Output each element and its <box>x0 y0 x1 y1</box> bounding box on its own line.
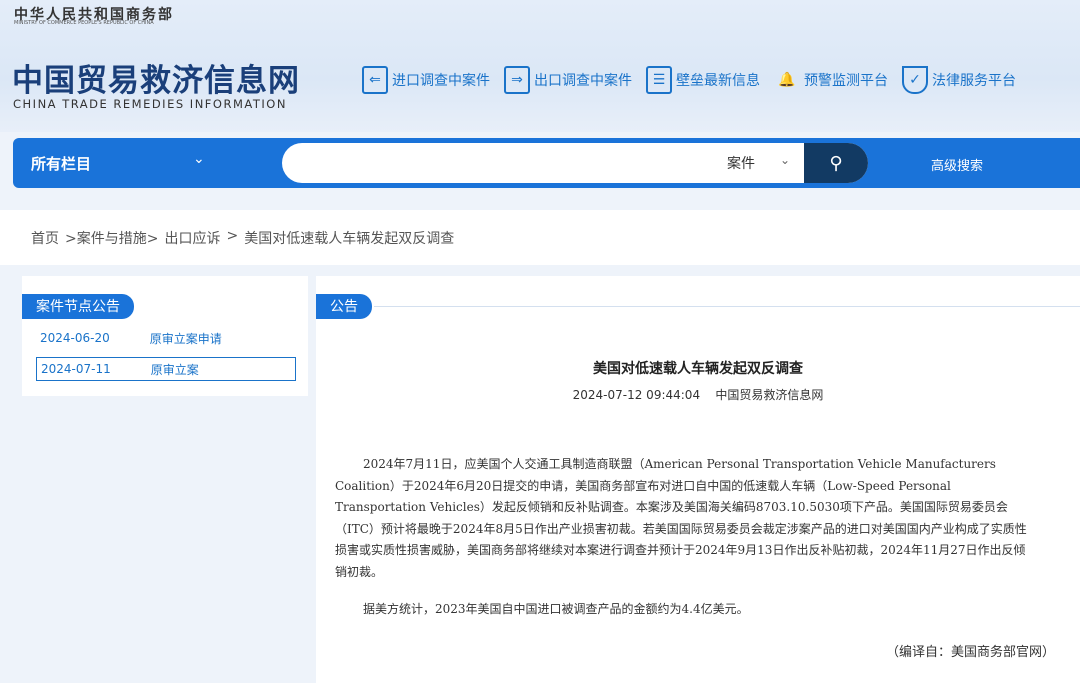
news-icon: ☰ <box>646 66 672 94</box>
article-title: 美国对低速载人车辆发起双反调查 <box>593 361 803 377</box>
article-source: 中国贸易救济信息网 <box>715 388 824 402</box>
panel-title: 案件节点公告 <box>22 294 134 319</box>
nav-label: 预警监测平台 <box>804 73 888 89</box>
article-paragraph: 据美方统计，2023年美国自中国进口被调查产品的金额约为4.4亿美元。 <box>363 602 749 616</box>
article-paragraph: 2024年7月11日，应美国个人交通工具制造商联盟（American Perso… <box>335 457 1027 579</box>
breadcrumb-sep: > <box>226 228 239 244</box>
export-clipboard-icon: ⇒ <box>504 66 530 94</box>
article-credit: （编译自：美国商务部官网） <box>885 645 1055 660</box>
item-label: 原审立案申请 <box>149 331 222 346</box>
article-datetime: 2024-07-12 09:44:04 <box>572 388 701 402</box>
nav-label: 法律服务平台 <box>932 73 1016 89</box>
search-bar: 所有栏目 ⌄ 案件 ⌄ ⚲ 高级搜索 <box>13 138 1080 188</box>
section-title: 公告 <box>316 294 372 319</box>
shield-icon: ✓ <box>902 66 928 94</box>
article-panel: 公告 美国对低速载人车辆发起双反调查 2024-07-12 09:44:04 中… <box>316 276 1080 683</box>
search-box: 案件 ⌄ ⚲ <box>282 143 868 183</box>
item-date: 2024-06-20 <box>40 331 110 345</box>
nav-warning-platform[interactable]: 🔔 预警监测平台 <box>774 66 888 94</box>
search-icon: ⚲ <box>829 152 843 174</box>
ministry-name-en: MINISTRY OF COMMERCE PEOPLE'S REPUBLIC O… <box>14 20 154 26</box>
nav-label: 出口调查中案件 <box>534 73 632 89</box>
article-meta: 2024-07-12 09:44:04 中国贸易救济信息网 <box>316 386 1080 403</box>
category-dropdown[interactable]: 所有栏目 <box>31 153 91 174</box>
search-button[interactable]: ⚲ <box>804 143 868 183</box>
nav-legal-platform[interactable]: ✓ 法律服务平台 <box>902 66 1016 94</box>
divider <box>374 306 1080 307</box>
breadcrumb-home[interactable]: 首页 <box>31 228 59 248</box>
site-header: 中华人民共和国商务部 MINISTRY OF COMMERCE PEOPLE'S… <box>0 0 1080 132</box>
nav-export-cases[interactable]: ⇒ 出口调查中案件 <box>504 66 632 94</box>
item-label: 原审立案 <box>150 362 199 377</box>
chevron-down-icon[interactable]: ⌄ <box>193 151 205 167</box>
scope-dropdown[interactable]: 案件 <box>727 153 755 173</box>
breadcrumb-current: 美国对低速载人车辆发起双反调查 <box>244 231 455 247</box>
list-item-selected[interactable]: 2024-07-11 原审立案 <box>36 357 296 381</box>
chevron-down-icon[interactable]: ⌄ <box>780 153 790 167</box>
bell-icon: 🔔 <box>778 72 796 88</box>
breadcrumb-cases[interactable]: >案件与措施> <box>65 228 158 248</box>
search-input[interactable] <box>302 151 702 175</box>
list-item[interactable]: 2024-06-20 原审立案申请 <box>36 326 296 350</box>
item-date: 2024-07-11 <box>41 362 111 376</box>
site-logo[interactable]: 中国贸易救济信息网 <box>12 55 300 100</box>
import-clipboard-icon: ⇐ <box>362 66 388 94</box>
nav-import-cases[interactable]: ⇐ 进口调查中案件 <box>362 66 490 94</box>
advanced-search-link[interactable]: 高级搜索 <box>931 155 983 174</box>
top-nav: ⇐ 进口调查中案件 ⇒ 出口调查中案件 ☰ 壁垒最新信息 🔔 预警监测平台 ✓ 法律服务平… <box>362 66 1016 94</box>
breadcrumb: 首页 >案件与措施> 出口应诉 > 美国对低速载人车辆发起双反调查 <box>0 210 1080 265</box>
site-logo-en: CHINA TRADE REMEDIES INFORMATION <box>13 97 287 111</box>
case-node-panel: 案件节点公告 2024-06-20 原审立案申请 2024-07-11 原审立案 <box>22 276 308 396</box>
nav-label: 壁垒最新信息 <box>676 73 760 89</box>
nav-label: 进口调查中案件 <box>392 73 490 89</box>
breadcrumb-export[interactable]: 出口应诉 <box>164 228 220 248</box>
nav-barrier-news[interactable]: ☰ 壁垒最新信息 <box>646 66 760 94</box>
